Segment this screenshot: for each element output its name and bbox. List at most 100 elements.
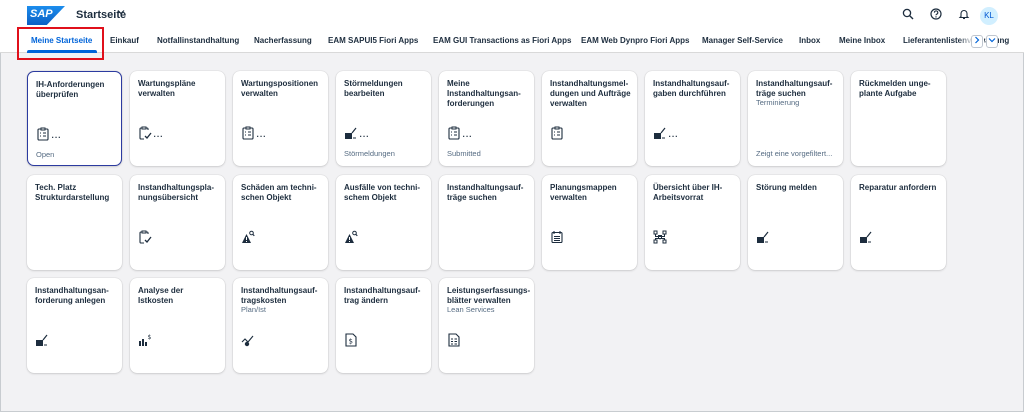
tile-footer: Störmeldungen <box>344 149 395 158</box>
tile-title: Wartungspositionen verwalten <box>241 79 319 98</box>
edit-note-icon <box>653 126 667 140</box>
tile-title: Übersicht über IH-Arbeitsvorrat <box>653 183 723 202</box>
tab-scroll-right-button[interactable] <box>971 35 983 48</box>
tile-title: Meine Instandhaltungsan-forderungen <box>447 79 521 108</box>
tile-planungsmappen-verwalten[interactable]: Planungsmappen verwalten <box>542 175 637 270</box>
tab-meine-inbox[interactable]: Meine Inbox <box>839 36 885 45</box>
warning-search-icon <box>344 230 358 244</box>
clipboard-tasks-icon <box>36 127 50 141</box>
tile-analyse-der-istkosten[interactable]: Analyse der Istkosten $ <box>130 278 225 373</box>
tile-title: Analyse der Istkosten <box>138 286 184 305</box>
tile-rueckmelden-ungeplante-aufgabe[interactable]: Rückmelden unge-plante Aufgabe <box>851 71 946 166</box>
tile-dots: ... <box>668 126 679 140</box>
svg-text:$: $ <box>349 338 353 346</box>
chevron-down-icon[interactable] <box>117 8 125 19</box>
tab-einkauf[interactable]: Einkauf <box>110 36 139 45</box>
hierarchy-icon <box>653 230 667 244</box>
bar-chart-dollar-icon: $ <box>138 333 152 347</box>
tab-overflow-menu-button[interactable] <box>986 35 998 48</box>
tab-eam-sapui5-fiori-apps[interactable]: EAM SAPUI5 Fiori Apps <box>328 36 418 45</box>
tile-title: Leistungserfassungs-blätter verwalten <box>447 286 531 305</box>
tile-title: Instandhaltungsauf-gaben durchführen <box>653 79 730 98</box>
tab-nacherfassung[interactable]: Nacherfassung <box>254 36 312 45</box>
tile-subtitle: Plan/Ist <box>241 305 267 314</box>
clipboard-tasks-icon <box>241 126 255 140</box>
tile-title: Störung melden <box>756 183 817 192</box>
clipboard-check-icon <box>138 126 152 140</box>
svg-text:$: $ <box>148 334 152 341</box>
calendar-icon <box>550 230 564 244</box>
edit-note-icon <box>859 230 873 244</box>
tab-eam-web-dynpro[interactable]: EAM Web Dynpro Fiori Apps <box>581 36 689 45</box>
tile-title: Instandhaltungsauf-träge suchen <box>756 79 833 98</box>
tab-eam-gui-transactions[interactable]: EAM GUI Transactions as Fiori Apps <box>433 36 571 45</box>
tile-title: IH-Anforderungen überprüfen <box>36 80 105 99</box>
trend-cost-icon <box>241 333 255 347</box>
tile-title: Reparatur anfordern <box>859 183 937 192</box>
tile-instandhaltungsauftraege-suchen[interactable]: Instandhaltungsauf-träge suchen <box>439 175 534 270</box>
tile-subtitle: Lean Services <box>447 305 495 314</box>
help-icon[interactable] <box>928 8 944 24</box>
tile-title: Instandhaltungsauf-tragskosten <box>241 286 318 305</box>
tab-inbox[interactable]: Inbox <box>799 36 820 45</box>
edit-note-icon <box>344 126 358 140</box>
tile-meine-instandhaltungsanforderungen[interactable]: Meine Instandhaltungsan-forderungen ... … <box>439 71 534 166</box>
tile-ausfaelle-von-technischem-objekt[interactable]: Ausfälle von techni-schem Objekt <box>336 175 431 270</box>
warning-search-icon <box>241 230 255 244</box>
tile-title: Instandhaltungsauf-trag ändern <box>344 286 421 305</box>
tile-leistungserfassungsblaetter-verwalten[interactable]: Leistungserfassungs-blätter verwalten Le… <box>439 278 534 373</box>
tile-uebersicht-ih-arbeitsvorrat[interactable]: Übersicht über IH-Arbeitsvorrat <box>645 175 740 270</box>
tile-instandhaltungsaufgaben-durchfuehren[interactable]: Instandhaltungsauf-gaben durchführen ... <box>645 71 740 166</box>
shell-bar: SAP Startseite KL <box>0 0 1024 30</box>
tile-title: Planungsmappen verwalten <box>550 183 617 202</box>
tile-title: Instandhaltungsauf-träge suchen <box>447 183 524 202</box>
tile-instandhaltungsplanungsuebersicht[interactable]: Instandhaltungspla-nungsübersicht <box>130 175 225 270</box>
tile-stoermeldungen-bearbeiten[interactable]: Störmeldungen bearbeiten ... Störmeldung… <box>336 71 431 166</box>
tile-instandhaltungsmeldungen-verwalten[interactable]: Instandhaltungsmel-dungen und Aufträge v… <box>542 71 637 166</box>
tile-ih-anforderungen-ueberpruefen[interactable]: IH-Anforderungen überprüfen ... Open <box>27 71 122 166</box>
tile-footer: Zeigt eine vorgefiltert... <box>756 149 833 158</box>
tile-schaeden-am-technischen-objekt[interactable]: Schäden am techni-schen Objekt <box>233 175 328 270</box>
tile-title: Ausfälle von techni-schem Objekt <box>344 183 421 202</box>
tile-instandhaltungsauftraege-suchen-terminierung[interactable]: Instandhaltungsauf-träge suchen Terminie… <box>748 71 843 166</box>
tile-dots: ... <box>51 127 62 141</box>
tile-title: Rückmelden unge-plante Aufgabe <box>859 79 931 98</box>
clipboard-tasks-icon <box>550 126 564 140</box>
tile-dots: ... <box>462 126 473 140</box>
tile-stoerung-melden[interactable]: Störung melden <box>748 175 843 270</box>
tile-dots: ... <box>359 126 370 140</box>
tile-footer: Submitted <box>447 149 481 158</box>
tile-tech-platz-strukturdarstellung[interactable]: Tech. Platz Strukturdarstellung <box>27 175 122 270</box>
document-list-icon <box>447 333 461 347</box>
annotation-highlight-box <box>17 27 104 60</box>
sap-logo[interactable]: SAP <box>27 6 65 25</box>
tile-title: Instandhaltungspla-nungsübersicht <box>138 183 214 202</box>
tab-notfallinstandhaltung[interactable]: Notfallinstandhaltung <box>157 36 239 45</box>
tile-instandhaltungsauftragskosten[interactable]: Instandhaltungsauf-tragskosten Plan/Ist <box>233 278 328 373</box>
tile-subtitle: Terminierung <box>756 98 800 107</box>
tile-title: Schäden am techni-schen Objekt <box>241 183 317 202</box>
sap-logo-text: SAP <box>30 8 53 20</box>
tile-footer: Open <box>36 150 55 159</box>
clipboard-check-icon <box>138 230 152 244</box>
tile-title: Instandhaltungsmel-dungen und Aufträge v… <box>550 79 631 108</box>
tile-dots: ... <box>153 126 164 140</box>
document-dollar-icon: $ <box>344 333 358 347</box>
tile-title: Störmeldungen bearbeiten <box>344 79 403 98</box>
tab-manager-self-service[interactable]: Manager Self-Service <box>702 36 783 45</box>
tile-wartungspositionen-verwalten[interactable]: Wartungspositionen verwalten ... <box>233 71 328 166</box>
tile-wartungsplaene-verwalten[interactable]: Wartungspläne verwalten ... <box>130 71 225 166</box>
tile-title: Tech. Platz Strukturdarstellung <box>35 183 110 202</box>
page-tab-bar: Meine Startseite Einkauf Notfallinstandh… <box>0 30 1024 53</box>
tile-instandhaltungsauftrag-aendern[interactable]: Instandhaltungsauf-trag ändern $ <box>336 278 431 373</box>
tile-title: Wartungspläne verwalten <box>138 79 196 98</box>
edit-note-icon <box>35 333 49 347</box>
clipboard-tasks-icon <box>447 126 461 140</box>
user-avatar[interactable]: KL <box>980 7 998 25</box>
tile-dots: ... <box>256 126 267 140</box>
tile-reparatur-anfordern[interactable]: Reparatur anfordern <box>851 175 946 270</box>
tile-title: Instandhaltungsan-forderung anlegen <box>35 286 109 305</box>
tile-instandhaltungsanforderung-anlegen[interactable]: Instandhaltungsan-forderung anlegen <box>27 278 122 373</box>
notification-bell-icon[interactable] <box>956 8 972 24</box>
search-icon[interactable] <box>900 8 916 24</box>
